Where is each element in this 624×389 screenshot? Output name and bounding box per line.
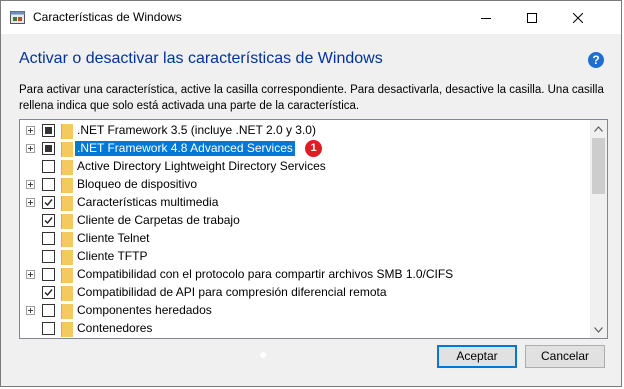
folder-icon: [61, 286, 73, 301]
feature-checkbox[interactable]: [42, 250, 55, 263]
feature-tree[interactable]: .NET Framework 3.5 (incluye .NET 2.0 y 3…: [19, 119, 608, 339]
folder-icon: [61, 178, 73, 193]
step-badge: 1: [305, 140, 322, 157]
folder-icon: [61, 196, 73, 211]
feature-label[interactable]: Cliente de Carpetas de trabajo: [75, 213, 242, 228]
feature-row[interactable]: Cliente Telnet: [20, 230, 590, 248]
feature-label[interactable]: Contenedores: [75, 321, 154, 336]
feature-row[interactable]: Contenedores: [20, 320, 590, 338]
help-icon[interactable]: ?: [588, 52, 604, 68]
folder-icon: [61, 160, 73, 175]
feature-checkbox[interactable]: [42, 124, 55, 137]
features-window: Características de Windows Activar o des…: [0, 0, 622, 387]
folder-icon: [61, 268, 73, 283]
maximize-button[interactable]: [509, 1, 555, 34]
expand-icon[interactable]: [26, 306, 35, 315]
chevron-up-icon: [594, 125, 603, 132]
folder-icon: [61, 142, 73, 157]
page-title: Activar o desactivar las características…: [19, 50, 383, 67]
feature-label[interactable]: Cliente Telnet: [75, 231, 152, 246]
progress-dot: [260, 352, 266, 358]
folder-icon: [61, 304, 73, 319]
feature-row[interactable]: Cliente de Carpetas de trabajo: [20, 212, 590, 230]
scroll-down-button[interactable]: [590, 321, 607, 338]
folder-icon: [61, 214, 73, 229]
feature-checkbox[interactable]: [42, 268, 55, 281]
accept-button[interactable]: Aceptar: [437, 345, 517, 368]
feature-row[interactable]: Cliente TFTP: [20, 248, 590, 266]
scroll-up-button[interactable]: [590, 120, 607, 137]
feature-checkbox[interactable]: [42, 232, 55, 245]
feature-checkbox[interactable]: [42, 142, 55, 155]
feature-checkbox[interactable]: [42, 322, 55, 335]
description-text: Para activar una característica, active …: [19, 84, 604, 112]
cancel-button[interactable]: Cancelar: [525, 345, 605, 368]
expand-icon[interactable]: [26, 270, 35, 279]
feature-checkbox[interactable]: [42, 178, 55, 191]
expand-icon[interactable]: [26, 144, 35, 153]
feature-row[interactable]: .NET Framework 4.8 Advanced Services 1: [20, 140, 590, 158]
dialog-content: Activar o desactivar las características…: [1, 34, 621, 386]
feature-label[interactable]: Compatibilidad de API para compresión di…: [75, 285, 389, 300]
expand-icon[interactable]: [26, 126, 35, 135]
feature-row[interactable]: Compatibilidad de API para compresión di…: [20, 284, 590, 302]
feature-row[interactable]: Bloqueo de dispositivo: [20, 176, 590, 194]
windows-features-icon: [10, 11, 25, 24]
feature-checkbox[interactable]: [42, 196, 55, 209]
folder-icon: [61, 232, 73, 247]
minimize-icon: [481, 17, 491, 19]
feature-label[interactable]: Características multimedia: [75, 195, 220, 210]
checkmark-icon: [44, 199, 53, 207]
close-icon: [573, 12, 583, 23]
feature-row[interactable]: Características multimedia: [20, 194, 590, 212]
scroll-thumb[interactable]: [592, 138, 605, 194]
feature-checkbox[interactable]: [42, 214, 55, 227]
folder-icon: [61, 250, 73, 265]
close-button[interactable]: [555, 1, 601, 34]
expand-icon[interactable]: [26, 198, 35, 207]
feature-checkbox[interactable]: [42, 286, 55, 299]
maximize-icon: [527, 12, 537, 23]
chevron-down-icon: [594, 326, 603, 333]
feature-label[interactable]: Bloqueo de dispositivo: [75, 177, 199, 192]
feature-row[interactable]: .NET Framework 3.5 (incluye .NET 2.0 y 3…: [20, 122, 590, 140]
feature-label[interactable]: Active Directory Lightweight Directory S…: [75, 159, 328, 174]
folder-icon: [61, 124, 73, 139]
feature-checkbox[interactable]: [42, 160, 55, 173]
feature-row[interactable]: Compatibilidad con el protocolo para com…: [20, 266, 590, 284]
feature-label[interactable]: .NET Framework 3.5 (incluye .NET 2.0 y 3…: [75, 123, 318, 138]
feature-label[interactable]: Componentes heredados: [75, 303, 214, 318]
window-title: Características de Windows: [33, 10, 182, 24]
feature-label[interactable]: Compatibilidad con el protocolo para com…: [75, 267, 455, 282]
vertical-scrollbar[interactable]: [590, 120, 607, 338]
minimize-button[interactable]: [463, 1, 509, 34]
feature-row[interactable]: Componentes heredados: [20, 302, 590, 320]
checkmark-icon: [44, 289, 53, 297]
feature-row[interactable]: Active Directory Lightweight Directory S…: [20, 158, 590, 176]
folder-icon: [61, 322, 73, 337]
checkmark-icon: [44, 217, 53, 225]
feature-checkbox[interactable]: [42, 304, 55, 317]
expand-icon[interactable]: [26, 180, 35, 189]
feature-label[interactable]: Cliente TFTP: [75, 249, 149, 264]
feature-label[interactable]: .NET Framework 4.8 Advanced Services: [75, 141, 295, 156]
title-bar[interactable]: Características de Windows: [1, 1, 621, 34]
